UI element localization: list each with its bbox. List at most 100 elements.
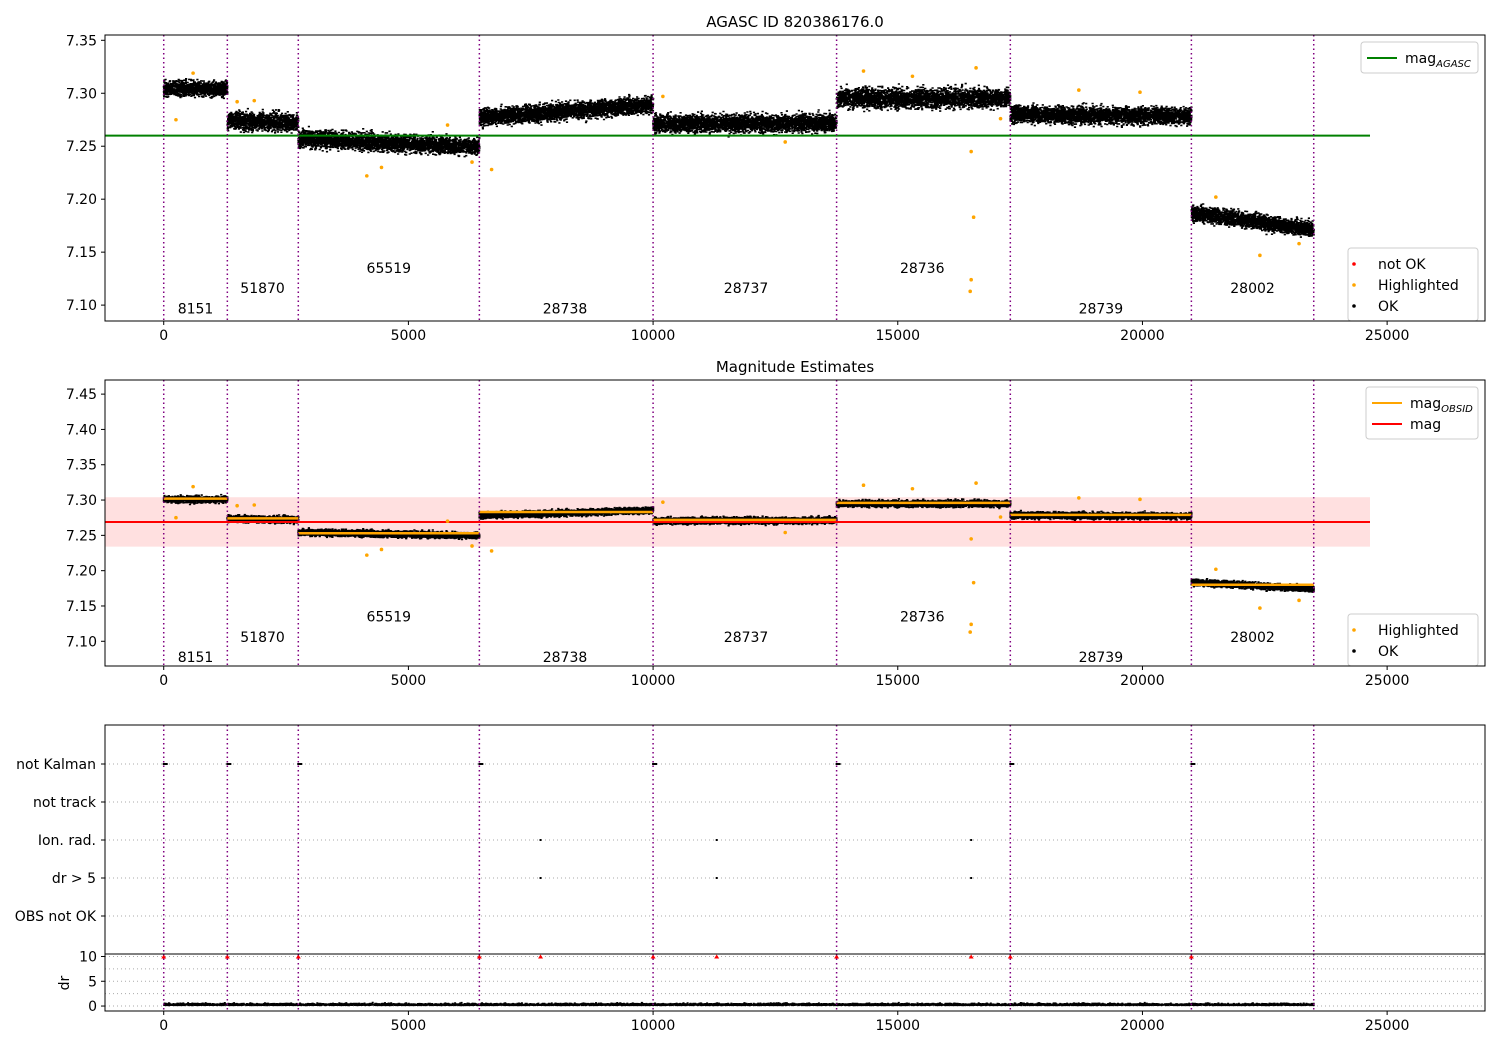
legend-label: Highlighted bbox=[1378, 278, 1459, 294]
highlighted-point bbox=[1297, 598, 1301, 603]
obsid-label: 28738 bbox=[543, 650, 588, 666]
highlighted-point bbox=[661, 94, 665, 99]
y-tick-label: 7.25 bbox=[66, 528, 97, 544]
flag-point bbox=[162, 763, 168, 765]
legend-dot-swatch bbox=[1352, 649, 1356, 653]
flag-point bbox=[1009, 763, 1015, 765]
highlighted-point bbox=[470, 544, 474, 548]
highlighted-point bbox=[969, 537, 973, 541]
legend-label: OK bbox=[1378, 299, 1399, 315]
legend-dot-swatch bbox=[1352, 628, 1356, 632]
dr-high-marker bbox=[714, 954, 720, 959]
x-tick-label: 5000 bbox=[391, 328, 427, 344]
x-tick-label: 5000 bbox=[391, 673, 427, 689]
flag-point bbox=[539, 877, 542, 879]
y-tick-label: 7.30 bbox=[66, 493, 97, 509]
highlighted-point bbox=[971, 215, 976, 219]
obsid-label: 65519 bbox=[367, 261, 412, 277]
highlighted-point bbox=[1077, 88, 1081, 92]
highlighted-point bbox=[365, 553, 369, 557]
highlighted-point bbox=[998, 116, 1003, 121]
panel1-title: AGASC ID 820386176.0 bbox=[706, 13, 884, 31]
panel1-data: 8151 51870 65519 28738 28737 28736 28739 28002 bbox=[105, 35, 1370, 321]
highlighted-point bbox=[968, 630, 972, 634]
flags-panel: not Kalman not track Ion. rad. dr > 5 OBS no… bbox=[15, 724, 1486, 955]
highlighted-point bbox=[1214, 567, 1218, 572]
panel1-axes: 0 5000 10000 15000 20000 25000 7.10 7.15 7.20 7.2… bbox=[66, 33, 1479, 344]
figure: AGASC ID 820386176.0 8151 51870 65519 28738… bbox=[15, 13, 1486, 1034]
x-tick-label: 10000 bbox=[631, 1018, 676, 1034]
y-tick-label: 7.10 bbox=[66, 298, 97, 314]
obsid-label: 28002 bbox=[1230, 630, 1275, 646]
y-tick-label: 5 bbox=[88, 974, 97, 990]
legend-label: OK bbox=[1378, 644, 1399, 660]
highlighted-point bbox=[191, 71, 195, 75]
x-tick-label: 5000 bbox=[391, 1018, 427, 1034]
highlighted-point bbox=[470, 160, 474, 164]
y-tick-label: 7.10 bbox=[66, 634, 97, 650]
panel4-frame bbox=[104, 953, 1486, 1012]
flag-point bbox=[835, 763, 841, 765]
highlighted-point bbox=[252, 503, 257, 507]
flag-row-label: not Kalman bbox=[16, 757, 96, 773]
x-tick-label: 15000 bbox=[875, 328, 920, 344]
x-tick-label: 10000 bbox=[631, 673, 676, 689]
highlighted-point bbox=[235, 99, 239, 104]
magnitude-panel: AGASC ID 820386176.0 8151 51870 65519 28738… bbox=[66, 13, 1486, 344]
highlighted-point bbox=[910, 74, 915, 79]
highlighted-point bbox=[489, 167, 494, 172]
legend-label: not OK bbox=[1378, 257, 1426, 273]
flag-row-label: not track bbox=[33, 795, 97, 811]
panel2-title: Magnitude Estimates bbox=[716, 358, 874, 376]
flag-point bbox=[539, 839, 542, 841]
highlighted-point bbox=[445, 123, 450, 127]
highlighted-point bbox=[998, 515, 1003, 519]
flag-point bbox=[715, 839, 718, 841]
x-tick-label: 15000 bbox=[875, 1018, 920, 1034]
highlighted-point bbox=[783, 530, 788, 535]
y-tick-label: 7.25 bbox=[66, 139, 97, 155]
y-tick-label: 7.20 bbox=[66, 192, 97, 208]
obsid-label: 51870 bbox=[240, 630, 285, 646]
x-tick-label: 20000 bbox=[1120, 1018, 1165, 1034]
ok-points-28002 bbox=[1190, 203, 1315, 238]
highlighted-point bbox=[235, 503, 239, 508]
x-tick-label: 0 bbox=[159, 328, 168, 344]
dr-axis-label: dr bbox=[57, 975, 73, 990]
highlighted-point bbox=[1297, 241, 1301, 246]
y-tick-label: 7.15 bbox=[66, 245, 97, 261]
highlighted-point bbox=[191, 484, 195, 489]
obsid-label: 8151 bbox=[178, 301, 214, 317]
obsid-label: 8151 bbox=[178, 650, 214, 666]
highlighted-point bbox=[971, 580, 976, 585]
panel4-axes: 0 5000 10000 15000 20000 25000 0 5 10 bbox=[79, 949, 1409, 1034]
obsid-label: 28737 bbox=[724, 281, 769, 297]
highlighted-point bbox=[1077, 496, 1081, 500]
highlighted-point bbox=[252, 98, 257, 103]
panel2-data: 8151 51870 65519 28738 28737 28736 28739 28002 bbox=[105, 380, 1370, 666]
flag-row-label: dr > 5 bbox=[52, 871, 96, 887]
flag-row-label: OBS not OK bbox=[15, 909, 97, 925]
highlighted-point bbox=[1258, 253, 1262, 258]
y-tick-label: 0 bbox=[88, 999, 97, 1015]
highlighted-point bbox=[974, 66, 978, 70]
y-tick-label: 7.15 bbox=[66, 599, 97, 615]
highlighted-point bbox=[974, 481, 978, 485]
ok-points-28737 bbox=[652, 109, 838, 138]
flag-point bbox=[478, 763, 484, 765]
legend-dot-swatch bbox=[1352, 262, 1356, 266]
ok-points-65519 bbox=[297, 125, 481, 158]
highlighted-point bbox=[174, 117, 178, 122]
ok-points-8151 bbox=[162, 78, 229, 100]
highlighted-point bbox=[1138, 497, 1142, 502]
obsid-label: 28736 bbox=[900, 261, 945, 277]
highlighted-point bbox=[861, 483, 866, 488]
legend-subscript: OBSID bbox=[1441, 404, 1473, 415]
obsid-label: 65519 bbox=[367, 610, 412, 626]
flag-point bbox=[652, 763, 658, 765]
highlighted-point bbox=[379, 547, 384, 552]
highlighted-point bbox=[661, 500, 665, 504]
highlighted-point bbox=[1214, 195, 1218, 199]
flag-point bbox=[715, 877, 718, 879]
highlighted-point bbox=[969, 277, 973, 282]
